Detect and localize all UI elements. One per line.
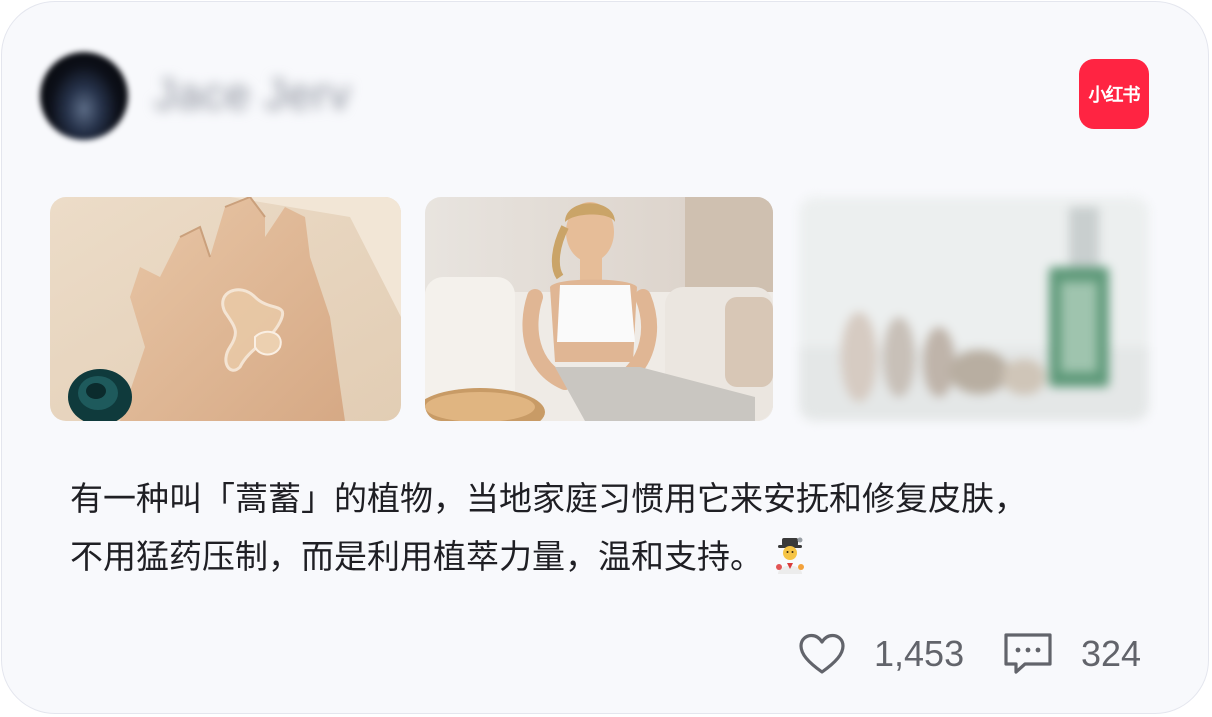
comments-count: 324 — [1081, 633, 1142, 674]
author-avatar[interactable] — [40, 52, 128, 140]
brand-label: 小红书 — [1088, 85, 1141, 106]
blurred-products-photo — [799, 197, 1149, 421]
post-image-2[interactable] — [425, 197, 773, 421]
post-image-1[interactable] — [50, 197, 401, 421]
post-image-3[interactable] — [799, 197, 1149, 421]
woman-on-sofa-photo — [425, 197, 773, 421]
farmer-emoji-icon — [773, 534, 807, 592]
heart-icon[interactable] — [798, 633, 846, 679]
post-text-line-1: 有一种叫「蒿蓄」的植物，当地家庭习惯用它来安抚和修复皮肤， — [70, 479, 1027, 518]
post-text: 有一种叫「蒿蓄」的植物，当地家庭习惯用它来安抚和修复皮肤， 不用猛药压制，而是利… — [70, 470, 1160, 592]
hand-with-gel-photo — [50, 197, 401, 421]
post-card: Jace Jerv 小红书 有一种叫「蒿蓄」的植物，当地家庭习惯用它来安抚和修复… — [1, 1, 1209, 714]
author-name[interactable]: Jace Jerv — [154, 70, 351, 120]
comment-icon[interactable] — [1003, 632, 1053, 680]
likes-count: 1,453 — [874, 633, 965, 674]
post-text-line-2: 不用猛药压制，而是利用植萃力量，温和支持。 — [70, 528, 1160, 592]
post-text-line-2-text: 不用猛药压制，而是利用植萃力量，温和支持。 — [70, 537, 763, 576]
xiaohongshu-logo: 小红书 — [1079, 59, 1149, 129]
